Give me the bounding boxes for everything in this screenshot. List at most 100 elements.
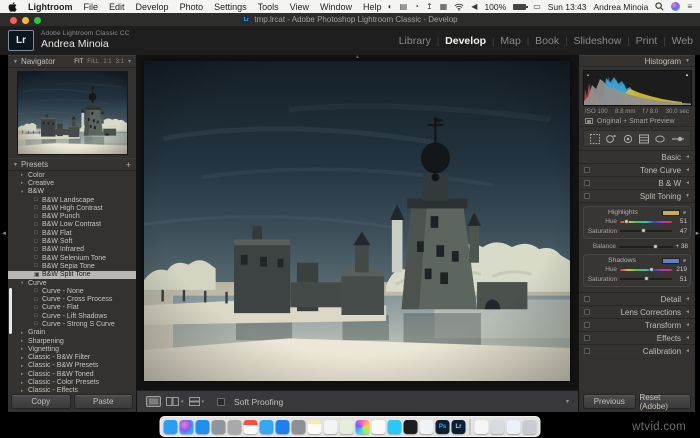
dock-messages-icon[interactable]	[387, 419, 402, 434]
preset-item[interactable]: □ B&W Flat	[8, 229, 136, 237]
menu-edit[interactable]: Edit	[109, 2, 125, 12]
saturation-slider-track[interactable]	[620, 276, 672, 282]
zoom-dropdown-icon[interactable]: ▾	[128, 58, 131, 65]
dock-trash-icon[interactable]	[522, 419, 537, 434]
shadows-color-swatch[interactable]	[662, 257, 680, 264]
saturation-slider-track[interactable]	[620, 228, 672, 234]
slider-thumb[interactable]	[643, 276, 649, 282]
preset-item[interactable]: □ B&W Soft	[8, 237, 136, 245]
menu-settings[interactable]: Settings	[214, 2, 247, 12]
panel-transform[interactable]: Transform ◄	[579, 318, 695, 331]
zoom-fill[interactable]: FILL	[87, 59, 99, 65]
preset-group-color[interactable]: ▸ Color	[8, 171, 136, 179]
menu-photo[interactable]: Photo	[180, 2, 204, 12]
menu-develop[interactable]: Develop	[136, 2, 169, 12]
preset-group-classic-bw-toned[interactable]: ▸ Classic - B&W Toned	[8, 370, 136, 378]
panel-toggle-switch[interactable]	[584, 309, 590, 315]
preset-item[interactable]: □ B&W Sepia Tone	[8, 262, 136, 270]
dock-dictionary-icon[interactable]	[419, 419, 434, 434]
menu-help[interactable]: Help	[363, 2, 382, 12]
menu-tools[interactable]: Tools	[258, 2, 279, 12]
navigator-preview[interactable]	[17, 72, 127, 154]
preset-item[interactable]: □ B&W Low Contrast	[8, 221, 136, 229]
radial-filter-tool-icon[interactable]	[654, 133, 666, 145]
dock-system-preferences-icon[interactable]	[227, 419, 242, 434]
zoom-fit[interactable]: FIT	[74, 59, 83, 65]
panel-toggle-switch[interactable]	[584, 348, 590, 354]
minimize-button[interactable]	[22, 16, 29, 24]
module-print[interactable]: Print	[636, 35, 658, 47]
menu-bar-clock[interactable]: Sun 13:43	[548, 2, 587, 12]
preset-group-curve[interactable]: ▾ Curve	[8, 279, 136, 287]
dock-notes-icon[interactable]	[307, 419, 322, 434]
close-button[interactable]	[10, 16, 17, 24]
color-picker-icon[interactable]	[683, 259, 686, 262]
battery-icon[interactable]	[513, 3, 529, 10]
paste-button[interactable]: Paste	[73, 394, 133, 409]
preset-group-classic-bw-presets[interactable]: ▸ Classic - B&W Presets	[8, 362, 136, 370]
spot-removal-tool-icon[interactable]	[605, 133, 617, 145]
presets-header[interactable]: ▼ Presets +	[8, 158, 136, 171]
dock-documents-icon[interactable]	[490, 419, 505, 434]
module-slideshow[interactable]: Slideshow	[573, 35, 621, 47]
create-preset-button[interactable]: +	[126, 160, 131, 170]
left-panel-scrollbar[interactable]	[9, 288, 12, 334]
hue-slider-track[interactable]	[620, 266, 672, 272]
preset-group-bw[interactable]: ▾ B&W	[8, 188, 136, 196]
dock-maps-icon[interactable]	[339, 419, 354, 434]
preset-item[interactable]: □ B&W Punch	[8, 212, 136, 220]
slider-thumb[interactable]	[653, 243, 659, 249]
panel-bw[interactable]: B & W ◄	[579, 176, 695, 189]
module-web[interactable]: Web	[672, 35, 693, 47]
reset-button[interactable]: Reset (Adobe)	[638, 393, 691, 411]
preset-item[interactable]: □ B&W Landscape	[8, 196, 136, 204]
apple-logo-icon[interactable]	[8, 1, 17, 12]
do-not-disturb-icon[interactable]: ◐	[388, 2, 393, 11]
zoom-ratio[interactable]: 3:1	[116, 59, 124, 65]
dock-mail-icon[interactable]	[275, 419, 290, 434]
menu-bar-user[interactable]: Andrea Minoia	[594, 2, 649, 12]
dock-lightroom-icon[interactable]: Lr	[451, 419, 466, 434]
hue-slider-track[interactable]	[620, 218, 672, 224]
zoom-button[interactable]	[34, 16, 41, 24]
navigator-header[interactable]: ▼ Navigator FIT FILL 1:1 3:1 ▾	[8, 55, 136, 68]
panel-effects[interactable]: Effects ◄	[579, 331, 695, 344]
zoom-1-1[interactable]: 1:1	[103, 59, 111, 65]
panel-toggle-switch[interactable]	[584, 180, 590, 186]
soft-proofing-checkbox[interactable]	[217, 397, 226, 406]
preset-item-selected[interactable]: ▣ B&W Split Tone	[8, 270, 136, 279]
main-photo[interactable]	[144, 61, 570, 381]
preset-item[interactable]: □ B&W Selenium Tone	[8, 254, 136, 262]
preset-item[interactable]: □ B&W Infrared	[8, 246, 136, 254]
dock-photoshop-icon[interactable]: Ps	[435, 419, 450, 434]
preset-group-classic-bw-filter[interactable]: ▸ Classic - B&W Filter	[8, 354, 136, 362]
panel-toggle-switch[interactable]	[584, 335, 590, 341]
notification-center-icon[interactable]: ≡	[687, 2, 692, 11]
module-library[interactable]: Library	[399, 35, 431, 47]
preset-group-grain[interactable]: ▸ Grain	[8, 329, 136, 337]
spotlight-search-icon[interactable]	[655, 2, 664, 11]
module-develop[interactable]: Develop	[445, 35, 486, 47]
panel-detail[interactable]: Detail ◄	[579, 292, 695, 305]
dock-safari-icon[interactable]	[259, 419, 274, 434]
dock-timer-icon[interactable]	[474, 419, 489, 434]
dock-app-store-icon[interactable]	[195, 419, 210, 434]
keyboard-icon[interactable]: ▦	[440, 2, 448, 11]
slider-thumb[interactable]	[648, 266, 654, 272]
histogram[interactable]: ▲ ▲	[583, 70, 692, 106]
panel-toggle-switch[interactable]	[584, 167, 590, 173]
before-after-leftright-icon[interactable]: ▾	[166, 397, 184, 406]
slider-thumb[interactable]	[624, 218, 630, 224]
menu-view[interactable]: View	[290, 2, 309, 12]
dock-photos-icon[interactable]	[355, 419, 370, 434]
panel-basic[interactable]: Basic ◄	[579, 150, 695, 163]
panel-tone-curve[interactable]: Tone Curve ◄	[579, 163, 695, 176]
dock-terminal-icon[interactable]	[403, 419, 418, 434]
slider-thumb[interactable]	[641, 228, 647, 234]
top-panel-collapse-arrow[interactable]: ▲	[355, 54, 360, 60]
panel-lens-corrections[interactable]: Lens Corrections ◄	[579, 305, 695, 318]
menu-lightroom[interactable]: Lightroom	[28, 2, 73, 12]
dock-finder-icon[interactable]	[163, 419, 178, 434]
panel-toggle-switch[interactable]	[584, 296, 590, 302]
preset-item[interactable]: □ Curve - Flat	[8, 304, 136, 312]
